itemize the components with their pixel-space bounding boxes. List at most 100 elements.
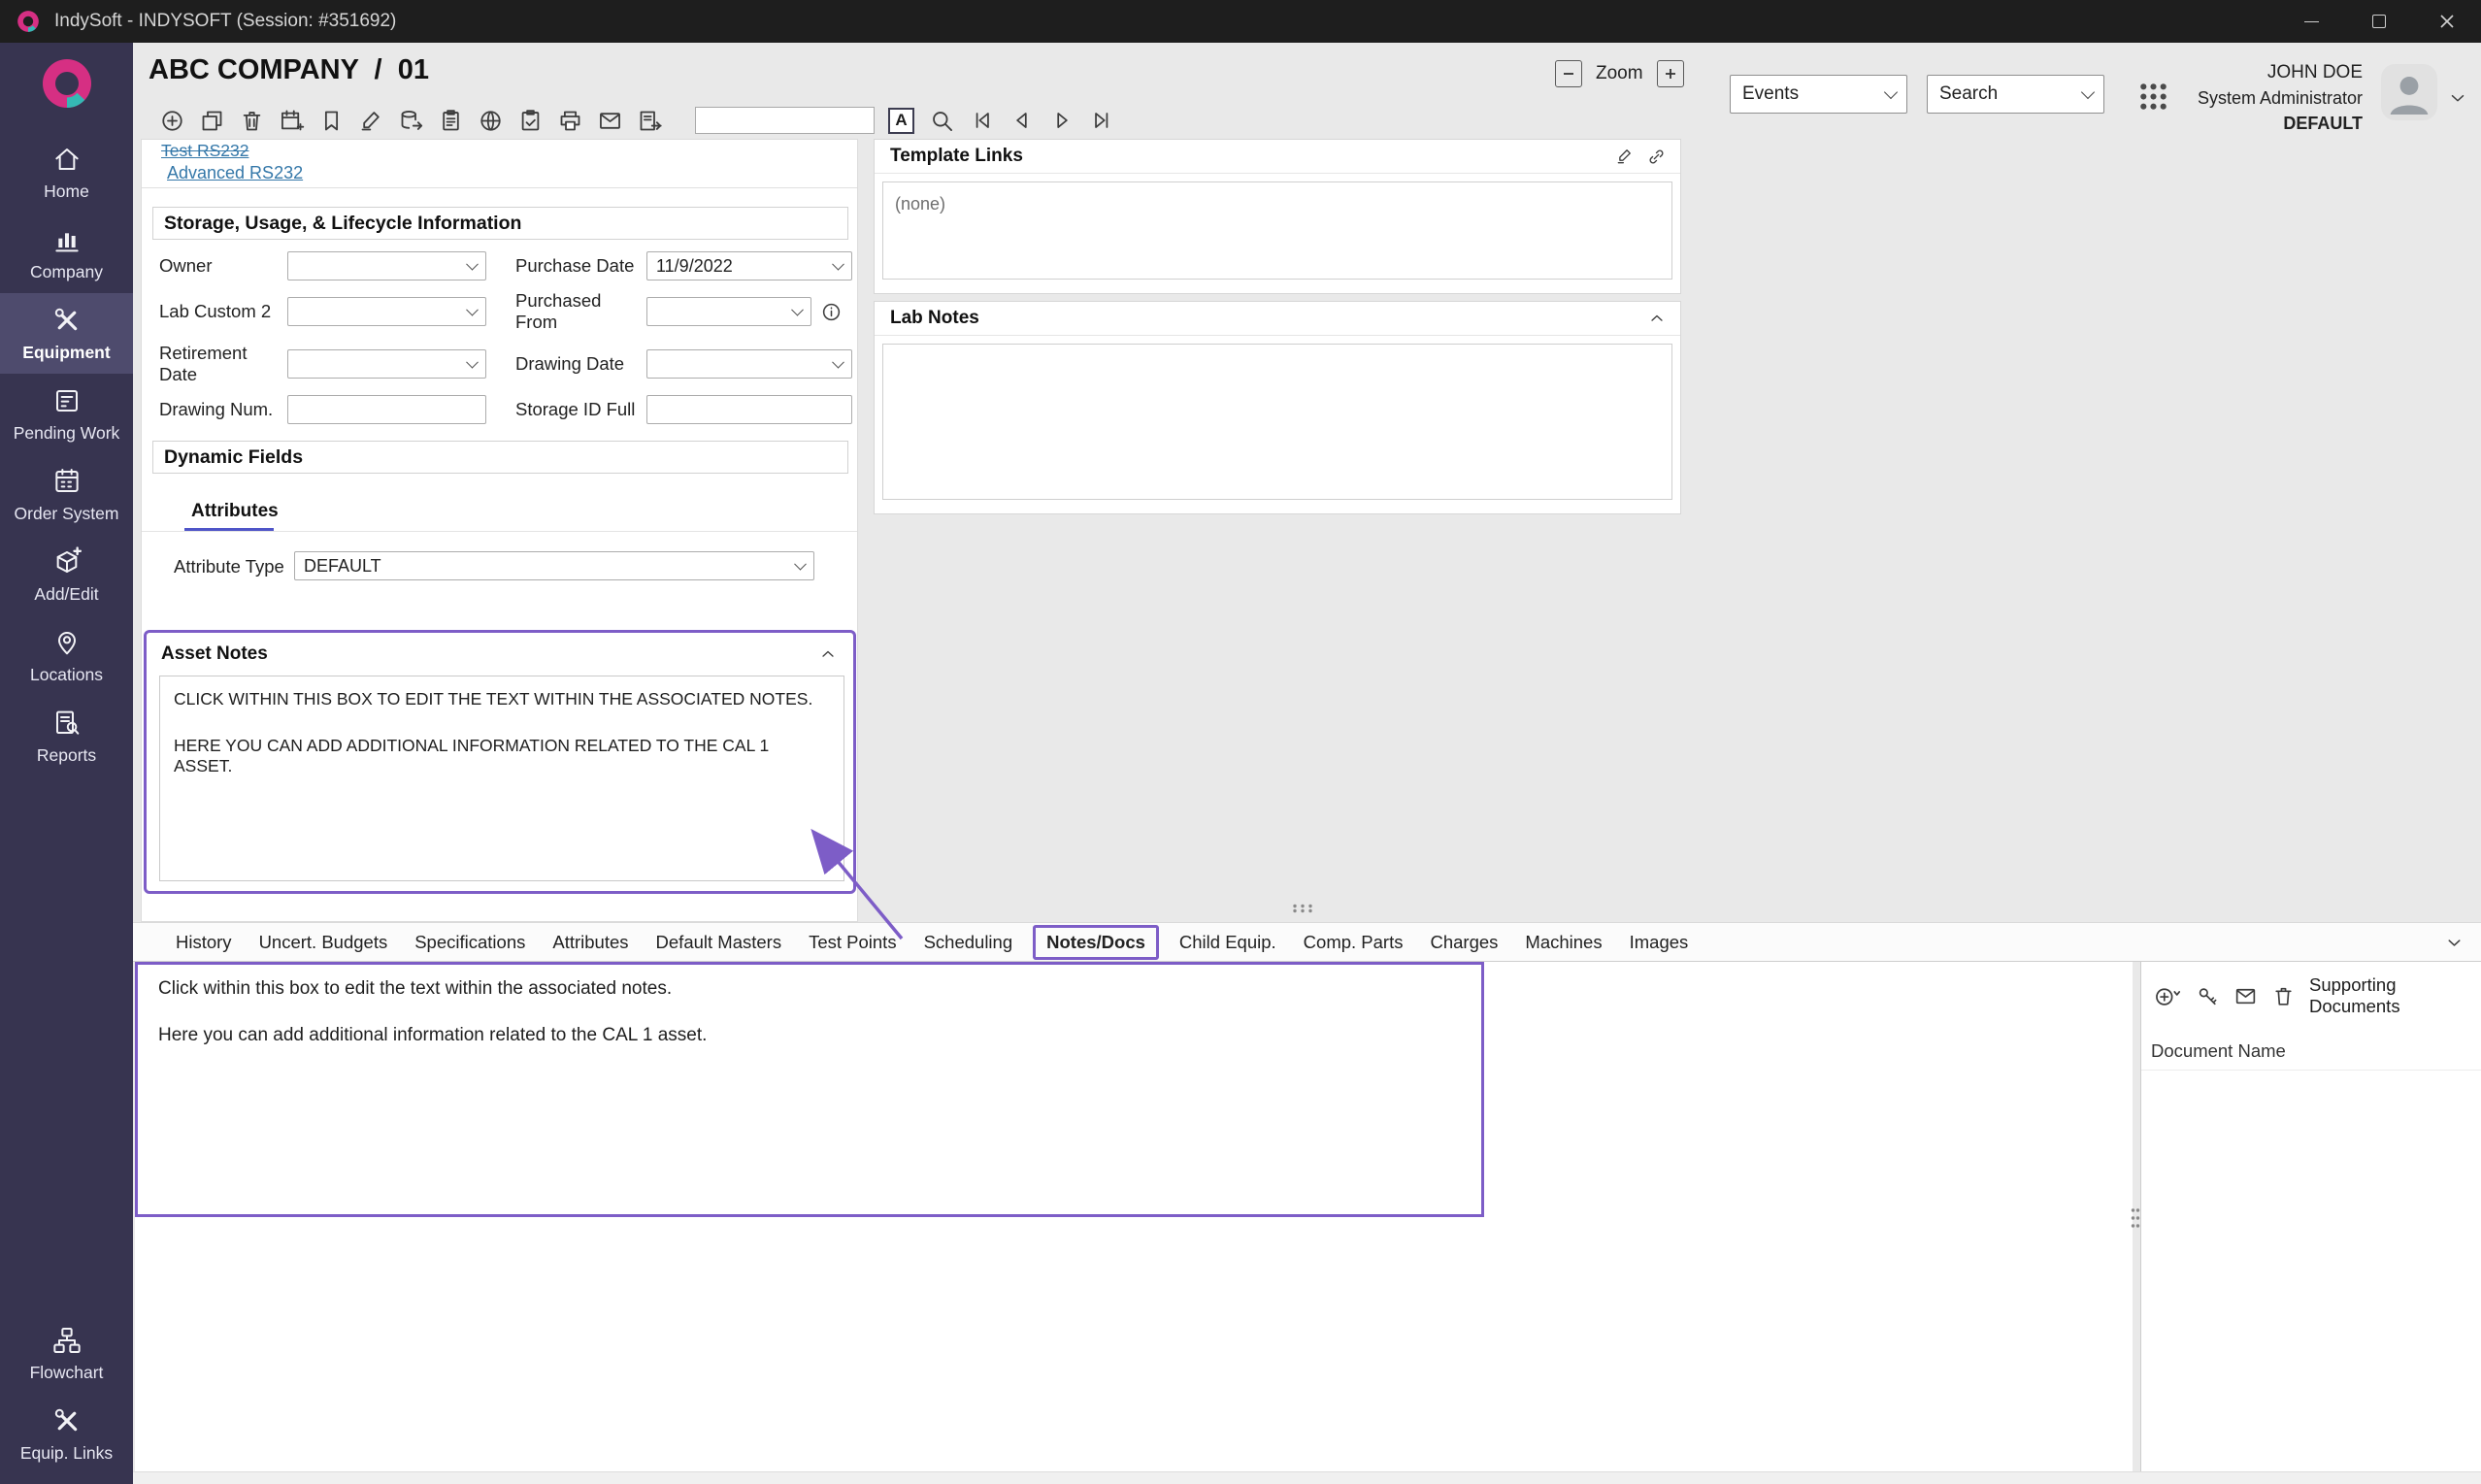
- tab-machines[interactable]: Machines: [1511, 923, 1615, 961]
- minimize-icon: [2304, 21, 2319, 22]
- sidebar-bottom-nav: Flowchart Equip. Links: [0, 1313, 133, 1484]
- pending-work-icon: [51, 385, 83, 416]
- zoom-in-button[interactable]: [1657, 60, 1684, 87]
- sidebar-item-reports[interactable]: Reports: [0, 696, 133, 776]
- owner-dropdown[interactable]: [287, 251, 486, 280]
- asset-notes-line2: HERE YOU CAN ADD ADDITIONAL INFORMATION …: [174, 736, 830, 776]
- retirement-date-dropdown[interactable]: [287, 349, 486, 379]
- bookmark-button[interactable]: [317, 107, 346, 135]
- storage-id-input[interactable]: [646, 395, 852, 424]
- search-go-button[interactable]: [928, 107, 956, 135]
- tab-specifications[interactable]: Specifications: [401, 923, 539, 961]
- tab-comp-parts[interactable]: Comp. Parts: [1290, 923, 1417, 961]
- pencil-icon: [358, 108, 384, 134]
- sidebar-item-add-edit[interactable]: Add/Edit: [0, 535, 133, 615]
- drawing-num-input[interactable]: [287, 395, 486, 424]
- web-link-button[interactable]: [477, 107, 505, 135]
- nav-next-button[interactable]: [1047, 107, 1075, 135]
- edit-template-links-icon[interactable]: [1615, 147, 1635, 166]
- quick-search-input[interactable]: [695, 107, 875, 134]
- supporting-documents-toolbar: Supporting Documents: [2141, 962, 2481, 1017]
- tab-images[interactable]: Images: [1616, 923, 1703, 961]
- sidebar-item-label: Locations: [30, 665, 103, 685]
- send-form-button[interactable]: [636, 107, 664, 135]
- template-links-panel: Template Links (none): [874, 139, 1681, 294]
- chevron-up-icon[interactable]: [818, 644, 838, 664]
- notes-editor[interactable]: Click within this box to edit the text w…: [135, 962, 1484, 1217]
- purchase-date-label: Purchase Date: [515, 255, 646, 277]
- add-document-button[interactable]: [2153, 983, 2182, 1008]
- home-icon: [51, 144, 83, 175]
- tab-default-masters[interactable]: Default Masters: [643, 923, 796, 961]
- sidebar-nav: Home Company Equipment Pending Work Orde…: [0, 132, 133, 776]
- info-icon[interactable]: [820, 301, 843, 323]
- tab-test-points[interactable]: Test Points: [795, 923, 910, 961]
- close-button[interactable]: [2413, 0, 2481, 43]
- equip-links-icon: [51, 1405, 83, 1436]
- asset-notes-line1: CLICK WITHIN THIS BOX TO EDIT THE TEXT W…: [174, 689, 830, 709]
- edit-button[interactable]: [357, 107, 385, 135]
- attach-document-button[interactable]: [2196, 984, 2220, 1008]
- nav-last-button[interactable]: [1087, 107, 1115, 135]
- sidebar-item-pending-work[interactable]: Pending Work: [0, 374, 133, 454]
- link-advanced-rs232[interactable]: Advanced RS232: [167, 163, 303, 183]
- drawing-date-dropdown[interactable]: [646, 349, 852, 379]
- delete-button[interactable]: [238, 107, 266, 135]
- sidebar-item-company[interactable]: Company: [0, 213, 133, 293]
- nav-first-button[interactable]: [968, 107, 996, 135]
- zoom-out-button[interactable]: [1555, 60, 1582, 87]
- paste-button[interactable]: [437, 107, 465, 135]
- horizontal-splitter[interactable]: [1290, 903, 1319, 914]
- sidebar-item-equip-links[interactable]: Equip. Links: [0, 1394, 133, 1474]
- sidebar: Home Company Equipment Pending Work Orde…: [0, 43, 133, 1484]
- match-case-button[interactable]: A: [888, 108, 914, 134]
- minus-icon: [1562, 67, 1575, 81]
- tab-child-equip[interactable]: Child Equip.: [1166, 923, 1290, 961]
- document-name-column-header[interactable]: Document Name: [2141, 1040, 2481, 1071]
- email-button[interactable]: [596, 107, 624, 135]
- attribute-type-label: Attribute Type: [174, 556, 284, 577]
- attribute-type-dropdown[interactable]: DEFAULT: [294, 551, 814, 580]
- link-icon[interactable]: [1646, 147, 1667, 167]
- sidebar-item-equipment[interactable]: Equipment: [0, 293, 133, 374]
- event-add-button[interactable]: [278, 107, 306, 135]
- sidebar-item-label: Add/Edit: [34, 584, 98, 605]
- dynamic-fields-header: Dynamic Fields: [152, 441, 848, 474]
- lab-notes-editor[interactable]: [882, 344, 1672, 500]
- plus-icon: [1664, 67, 1677, 81]
- maximize-button[interactable]: [2345, 0, 2413, 43]
- tab-attributes[interactable]: Attributes: [191, 501, 279, 522]
- checklist-button[interactable]: [516, 107, 545, 135]
- print-button[interactable]: [556, 107, 584, 135]
- export-data-button[interactable]: [397, 107, 425, 135]
- minimize-button[interactable]: [2277, 0, 2345, 43]
- tab-attributes-bottom[interactable]: Attributes: [539, 923, 642, 961]
- sidebar-item-locations[interactable]: Locations: [0, 615, 133, 696]
- previous-record-icon: [1009, 108, 1035, 133]
- delete-document-button[interactable]: [2271, 984, 2296, 1008]
- tab-notes-docs[interactable]: Notes/Docs: [1033, 925, 1159, 960]
- retirement-date-label: Retirement Date: [159, 343, 287, 385]
- tab-uncert-budgets[interactable]: Uncert. Budgets: [246, 923, 402, 961]
- equipment-icon: [51, 305, 83, 336]
- attribute-type-value: DEFAULT: [304, 556, 381, 577]
- cascade-windows-button[interactable]: [198, 107, 226, 135]
- tab-scheduling[interactable]: Scheduling: [910, 923, 1027, 961]
- collapse-detail-button[interactable]: [2443, 932, 2465, 954]
- add-record-button[interactable]: [158, 107, 186, 135]
- horizontal-scrollbar: [133, 1471, 2481, 1484]
- email-document-button[interactable]: [2233, 984, 2258, 1008]
- chevron-up-icon[interactable]: [1647, 309, 1667, 328]
- purchase-date-dropdown[interactable]: 11/9/2022: [646, 251, 852, 280]
- sidebar-item-flowchart[interactable]: Flowchart: [0, 1313, 133, 1394]
- nav-previous-button[interactable]: [1008, 107, 1036, 135]
- purchased-from-dropdown[interactable]: [646, 297, 811, 326]
- tab-history[interactable]: History: [162, 923, 246, 961]
- tab-charges[interactable]: Charges: [1416, 923, 1511, 961]
- lab-custom2-dropdown[interactable]: [287, 297, 486, 326]
- sidebar-item-order-system[interactable]: Order System: [0, 454, 133, 535]
- key-icon: [2196, 984, 2220, 1008]
- asset-notes-editor[interactable]: CLICK WITHIN THIS BOX TO EDIT THE TEXT W…: [159, 676, 844, 881]
- link-test-rs232[interactable]: Test RS232: [161, 141, 248, 161]
- sidebar-item-home[interactable]: Home: [0, 132, 133, 213]
